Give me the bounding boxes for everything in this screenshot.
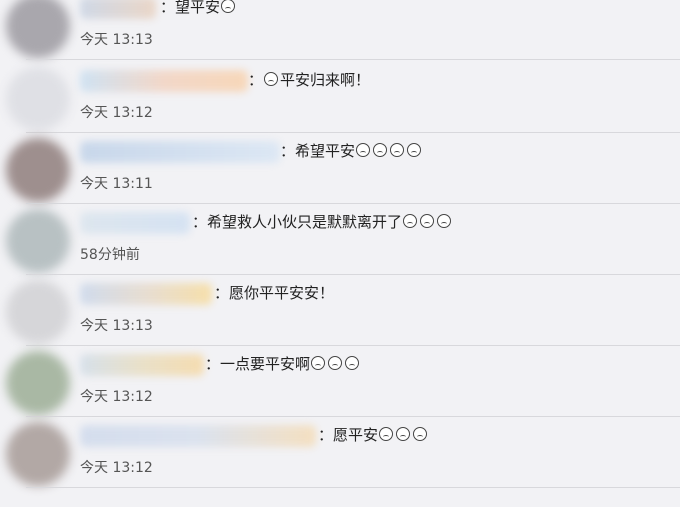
- avatar[interactable]: [6, 351, 70, 415]
- comment-item: ：平安归来啊！ 今天 13:12: [0, 61, 680, 133]
- comment-item: ：愿你平平安安！ 今天 13:13: [0, 274, 680, 346]
- crying-face-icon: [327, 355, 343, 371]
- comment-text: ：一点要平安啊: [205, 353, 361, 375]
- crying-face-icon: [355, 142, 371, 158]
- crying-face-icon: [378, 426, 394, 442]
- comment-time: 今天 13:12: [80, 105, 153, 121]
- crying-face-icon: [263, 71, 279, 87]
- comment-item: ：一点要平安啊 今天 13:12: [0, 345, 680, 417]
- crying-face-icon: [395, 426, 411, 442]
- crying-face-icon: [389, 142, 405, 158]
- crying-face-icon: [220, 0, 236, 14]
- comment-text: ：平安归来啊！: [248, 71, 371, 89]
- crying-face-icon: [436, 213, 452, 229]
- username[interactable]: [80, 425, 316, 447]
- crying-face-icon: [402, 213, 418, 229]
- comment-time: 今天 13:13: [80, 32, 153, 48]
- avatar[interactable]: [6, 67, 70, 131]
- username[interactable]: [80, 283, 212, 305]
- comment-time: 今天 13:12: [80, 389, 153, 405]
- comment-text: ：希望救人小伙只是默默离开了: [192, 211, 453, 233]
- comment-time: 今天 13:11: [80, 176, 153, 192]
- comment-text: ：愿平安: [318, 424, 429, 446]
- username[interactable]: [80, 141, 280, 163]
- comment-text: ：愿你平平安安！: [214, 284, 335, 302]
- crying-face-icon: [344, 355, 360, 371]
- avatar[interactable]: [6, 209, 70, 273]
- crying-face-icon: [419, 213, 435, 229]
- comment-item: ：希望救人小伙只是默默离开了 58分钟前: [0, 203, 680, 275]
- username[interactable]: [80, 70, 248, 92]
- comment-item: ：望平安 今天 13:13: [0, 0, 680, 60]
- comment-time: 今天 13:13: [80, 318, 153, 334]
- avatar[interactable]: [6, 138, 70, 202]
- comment-time: 今天 13:12: [80, 460, 153, 476]
- username[interactable]: [80, 212, 190, 234]
- crying-face-icon: [412, 426, 428, 442]
- comment-time: 58分钟前: [80, 247, 140, 263]
- divider: [26, 59, 680, 60]
- crying-face-icon: [310, 355, 326, 371]
- username[interactable]: [80, 354, 204, 376]
- comment-text: ：希望平安: [280, 140, 423, 162]
- comment-item: ：希望平安 今天 13:11: [0, 132, 680, 204]
- avatar[interactable]: [6, 422, 70, 486]
- username[interactable]: [80, 0, 156, 19]
- divider: [26, 487, 680, 488]
- avatar[interactable]: [6, 280, 70, 344]
- comment-text: ：望平安: [160, 0, 237, 18]
- comment-item: ：愿平安 今天 13:12: [0, 416, 680, 488]
- crying-face-icon: [406, 142, 422, 158]
- crying-face-icon: [372, 142, 388, 158]
- avatar[interactable]: [6, 0, 70, 58]
